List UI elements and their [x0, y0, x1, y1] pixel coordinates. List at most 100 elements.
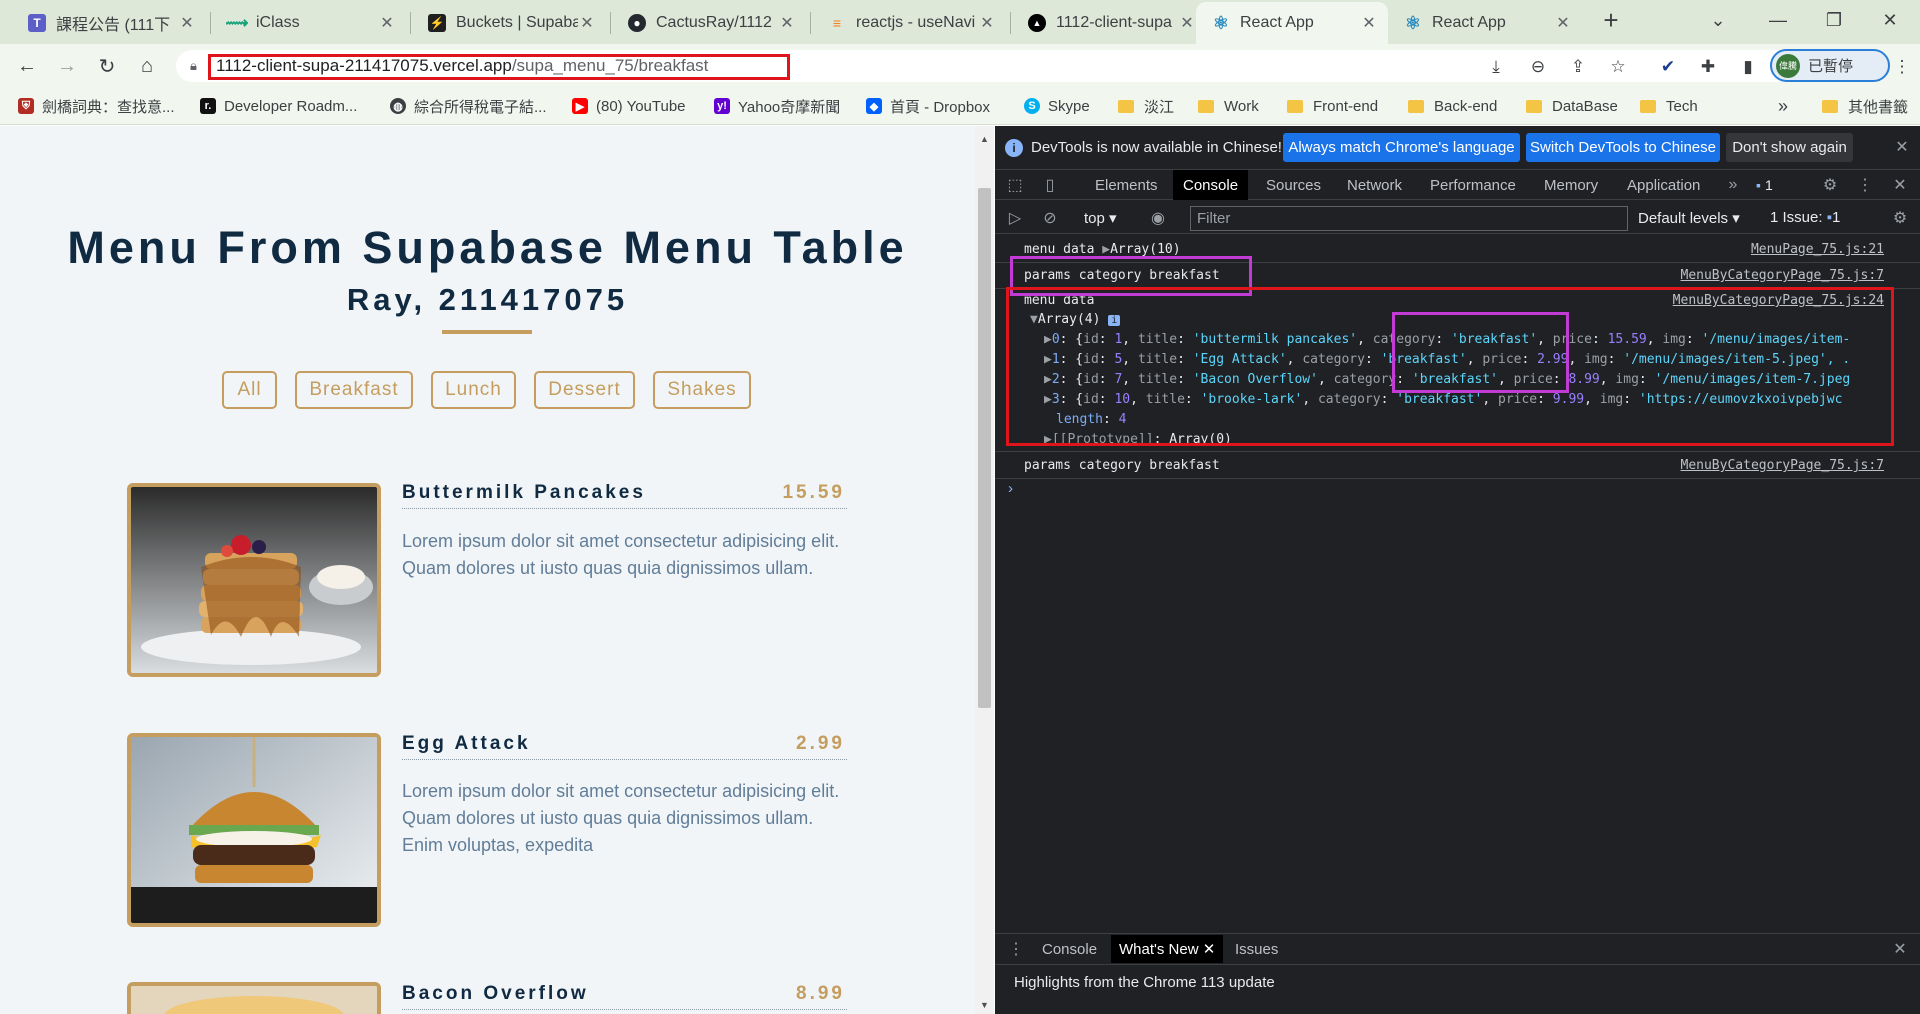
tab-network[interactable]: Network	[1347, 170, 1402, 200]
bookmark-folder-1[interactable]: 淡江	[1118, 95, 1174, 117]
filter-dessert-button[interactable]: Dessert	[534, 371, 635, 409]
share-icon[interactable]: ⇪	[1566, 55, 1590, 79]
close-devtools-icon[interactable]: ✕	[1890, 175, 1910, 195]
other-bookmarks[interactable]: 其他書籤	[1822, 95, 1908, 117]
tab-strip: T 課程公告 (111下 ✕ ⟿ iClass ✕ ⚡ Buckets | Su…	[0, 0, 1920, 44]
filter-shakes-button[interactable]: Shakes	[653, 371, 751, 409]
install-icon[interactable]: ⤓	[1484, 55, 1508, 79]
log-levels-dropdown[interactable]: Default levels ▾	[1638, 209, 1740, 227]
context-selector[interactable]: top ▾	[1084, 209, 1117, 227]
log-source-link[interactable]: MenuPage_75.js:21	[1751, 242, 1884, 257]
inspect-element-icon[interactable]: ⬚	[1005, 175, 1025, 195]
devtools-menu-icon[interactable]: ⋮	[1855, 175, 1875, 195]
title-underline	[442, 330, 532, 334]
extension-check-icon[interactable]: ✔	[1656, 55, 1680, 79]
close-icon[interactable]: ✕	[378, 13, 396, 33]
browser-tab-8[interactable]: ⚛ React App ✕	[1388, 2, 1582, 44]
bookmark-folder-5[interactable]: DataBase	[1526, 95, 1618, 117]
clear-console-icon[interactable]: ⊘	[1040, 208, 1060, 228]
always-match-language-button[interactable]: Always match Chrome's language	[1283, 133, 1520, 162]
console-filter-input[interactable]: Filter	[1190, 206, 1628, 231]
bookmark-folder-6[interactable]: Tech	[1640, 95, 1698, 117]
tab-memory[interactable]: Memory	[1544, 170, 1598, 200]
more-tabs-icon[interactable]: »	[1723, 175, 1743, 195]
log-source-link[interactable]: MenuByCategoryPage_75.js:7	[1681, 268, 1885, 283]
close-icon[interactable]: ✕	[1554, 13, 1572, 33]
filter-breakfast-button[interactable]: Breakfast	[295, 371, 413, 409]
close-banner-icon[interactable]: ✕	[1892, 137, 1912, 157]
scroll-thumb[interactable]	[978, 188, 991, 708]
log-source-link[interactable]: MenuByCategoryPage_75.js:7	[1681, 458, 1885, 473]
close-icon[interactable]: ✕	[1203, 940, 1216, 958]
scroll-up-icon[interactable]: ▲	[980, 134, 989, 144]
dont-show-again-button[interactable]: Don't show again	[1726, 133, 1853, 162]
close-icon[interactable]: ✕	[778, 13, 796, 33]
tab-performance[interactable]: Performance	[1430, 170, 1516, 200]
side-panel-icon[interactable]: ▮	[1736, 55, 1760, 79]
close-icon[interactable]: ✕	[1178, 13, 1196, 33]
browser-tab-3[interactable]: ⚡ Buckets | Supaba ✕	[412, 2, 606, 44]
profile-button[interactable]: 偉騰 已暫停	[1770, 49, 1890, 82]
filter-all-button[interactable]: All	[222, 371, 277, 409]
close-icon[interactable]: ✕	[178, 13, 196, 33]
live-expression-eye-icon[interactable]: ◉	[1148, 208, 1168, 228]
back-icon[interactable]: ←	[12, 51, 42, 81]
bookmark-4[interactable]: ▶ (80) YouTube	[572, 95, 686, 117]
browser-tab-1[interactable]: T 課程公告 (111下 ✕	[12, 2, 206, 44]
new-tab-button[interactable]: +	[1582, 0, 1640, 40]
bookmark-1[interactable]: ⛨ 劍橋詞典：查找意...	[18, 95, 175, 117]
close-icon[interactable]: ✕	[978, 13, 996, 33]
minimize-icon[interactable]: —	[1750, 0, 1806, 40]
messages-badge[interactable]: ▪ 1	[1756, 175, 1773, 195]
tab-console[interactable]: Console	[1173, 170, 1249, 200]
bookmark-7[interactable]: S Skype	[1024, 95, 1090, 117]
issues-button[interactable]: 1 Issue: ▪1	[1770, 209, 1840, 226]
close-icon[interactable]: ✕	[1360, 13, 1378, 33]
close-drawer-icon[interactable]: ✕	[1890, 939, 1910, 959]
tab-search-icon[interactable]: ⌄	[1690, 0, 1746, 40]
device-toolbar-icon[interactable]: ▯	[1040, 175, 1060, 195]
home-icon[interactable]: ⌂	[132, 51, 162, 81]
bookmark-2[interactable]: r. Developer Roadm...	[200, 95, 357, 117]
reload-icon[interactable]: ↻	[92, 51, 122, 81]
tab-application[interactable]: Application	[1627, 170, 1700, 200]
page-scrollbar[interactable]: ▲ ▼	[975, 126, 994, 1014]
bookmark-label: Work	[1224, 97, 1259, 115]
drawer-tab-console[interactable]: Console	[1042, 935, 1097, 963]
zoom-icon[interactable]: ⊖	[1526, 55, 1550, 79]
close-window-icon[interactable]: ✕	[1862, 0, 1918, 40]
forward-icon[interactable]: →	[52, 51, 82, 81]
console-prompt[interactable]: ›	[1008, 480, 1013, 497]
lock-icon[interactable]: 🔒︎	[190, 58, 197, 74]
bookmark-folder-4[interactable]: Back-end	[1408, 95, 1497, 117]
maximize-icon[interactable]: ❐	[1806, 0, 1862, 40]
sidebar-toggle-icon[interactable]: ▷	[1005, 208, 1025, 228]
bookmarks-overflow-button[interactable]: »	[1778, 95, 1788, 117]
tab-sources[interactable]: Sources	[1266, 170, 1321, 200]
extensions-icon[interactable]: ✚	[1696, 55, 1720, 79]
bookmark-6[interactable]: ◆ 首頁 - Dropbox	[866, 95, 990, 117]
settings-gear-icon[interactable]: ⚙	[1820, 175, 1840, 195]
drawer-menu-icon[interactable]: ⋮	[1006, 939, 1026, 959]
browser-tab-2[interactable]: ⟿ iClass ✕	[212, 2, 406, 44]
bookmark-folder-3[interactable]: Front-end	[1287, 95, 1378, 117]
log-array[interactable]: Array(10)	[1110, 242, 1180, 257]
scroll-down-icon[interactable]: ▼	[980, 1000, 989, 1010]
browser-tab-6[interactable]: ▲ 1112-client-supa ✕	[1012, 2, 1206, 44]
drawer-tab-whats-new[interactable]: What's New ✕	[1111, 935, 1224, 963]
bookmark-3[interactable]: ◍ 綜合所得稅電子結...	[390, 95, 547, 117]
browser-tab-7-active[interactable]: ⚛ React App ✕	[1196, 2, 1388, 44]
browser-tab-5[interactable]: ≡ reactjs - useNavi ✕	[812, 2, 1006, 44]
browser-tab-4[interactable]: ● CactusRay/1112 ✕	[612, 2, 806, 44]
switch-to-chinese-button[interactable]: Switch DevTools to Chinese	[1526, 133, 1720, 162]
console-settings-icon[interactable]: ⚙	[1890, 208, 1910, 228]
bookmark-star-icon[interactable]: ☆	[1606, 55, 1630, 79]
more-menu-icon[interactable]: ⋮	[1890, 55, 1914, 79]
bookmark-5[interactable]: y! Yahoo奇摩新聞	[714, 95, 840, 117]
drawer-tab-issues[interactable]: Issues	[1235, 935, 1278, 963]
bookmark-folder-2[interactable]: Work	[1198, 95, 1259, 117]
tab-elements[interactable]: Elements	[1095, 170, 1158, 200]
close-icon[interactable]: ✕	[578, 13, 596, 33]
item-price: 15.59	[782, 482, 845, 503]
filter-lunch-button[interactable]: Lunch	[431, 371, 516, 409]
